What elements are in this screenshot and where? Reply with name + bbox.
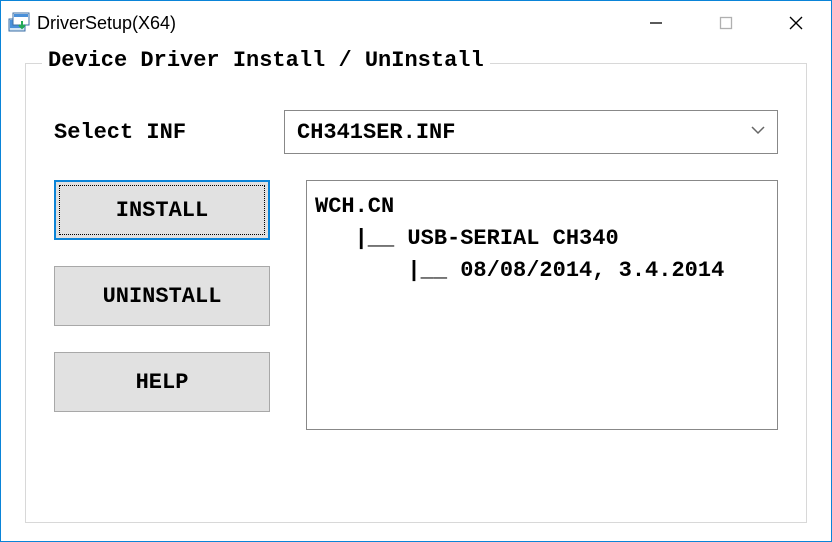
select-inf-row: Select INF CH341SER.INF	[54, 110, 778, 154]
app-icon	[7, 11, 31, 35]
titlebar: DriverSetup(X64)	[1, 1, 831, 45]
minimize-button[interactable]	[621, 1, 691, 45]
inf-selected-value: CH341SER.INF	[297, 120, 749, 145]
group-legend: Device Driver Install / UnInstall	[42, 48, 490, 73]
driver-info-box: WCH.CN |__ USB-SERIAL CH340 |__ 08/08/20…	[306, 180, 778, 430]
button-column: INSTALL UNINSTALL HELP	[54, 180, 270, 430]
app-window: DriverSetup(X64) Device Driver Install /…	[0, 0, 832, 542]
main-row: INSTALL UNINSTALL HELP WCH.CN |__ USB-SE…	[54, 180, 778, 430]
window-controls	[621, 1, 831, 45]
install-button[interactable]: INSTALL	[54, 180, 270, 240]
window-title: DriverSetup(X64)	[37, 13, 621, 34]
groupbox-install-uninstall: Device Driver Install / UnInstall Select…	[25, 63, 807, 523]
maximize-button	[691, 1, 761, 45]
uninstall-button[interactable]: UNINSTALL	[54, 266, 270, 326]
client-area: Device Driver Install / UnInstall Select…	[1, 45, 831, 541]
help-button[interactable]: HELP	[54, 352, 270, 412]
info-line-1: WCH.CN	[315, 194, 394, 219]
chevron-down-icon	[749, 121, 767, 144]
close-button[interactable]	[761, 1, 831, 45]
info-line-3: |__ 08/08/2014, 3.4.2014	[315, 258, 724, 283]
select-inf-label: Select INF	[54, 120, 254, 145]
info-line-2: |__ USB-SERIAL CH340	[315, 226, 619, 251]
inf-select-dropdown[interactable]: CH341SER.INF	[284, 110, 778, 154]
